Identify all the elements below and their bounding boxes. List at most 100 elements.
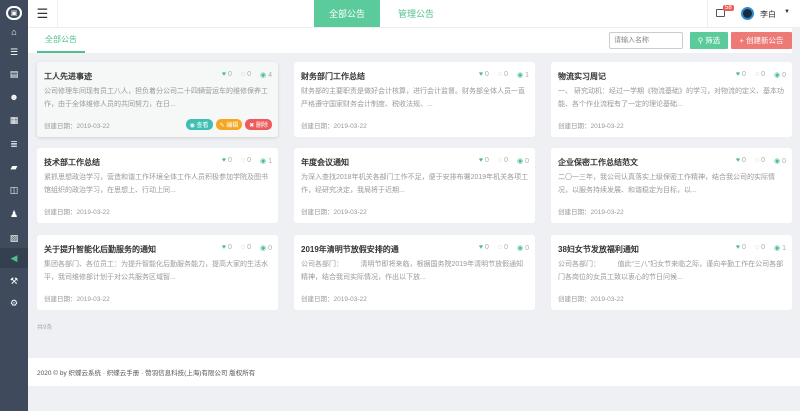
view-button[interactable]: ◉ 查看 bbox=[185, 119, 213, 130]
heart-icon[interactable]: ♥ bbox=[222, 71, 226, 78]
caret-down-icon[interactable]: ▼ bbox=[784, 9, 790, 15]
comment-icon: ◌ bbox=[497, 71, 503, 78]
search-input[interactable] bbox=[609, 32, 683, 49]
tab-all-announcements[interactable]: 全部公告 bbox=[314, 0, 380, 27]
top-header: ☰ 全部公告 管理公告 58 李白 ▼ bbox=[28, 0, 800, 28]
card-stats: ♥ 0 ◌ 0 ◉ 0 bbox=[222, 244, 272, 252]
home-icon[interactable]: ⌂ bbox=[0, 22, 28, 42]
card-description: 为深入查找2018年机关各部门工作不足，便于安排布署2019年机关各项工作，经研… bbox=[301, 174, 529, 194]
views-count: 0 bbox=[268, 245, 272, 252]
likes-count: 0 bbox=[742, 71, 746, 78]
eye-icon: ◉ bbox=[773, 245, 781, 252]
card-description: 财务部的主要职责是做好会计核算，进行会计监督。财务部全体人员一直严格遵守国家财务… bbox=[301, 88, 525, 108]
users-icon[interactable]: ☻ bbox=[0, 87, 28, 107]
card-description: 紧抓思想政治学习，营造和谐工作环境全体工作人员积极参加学院及图书馆组织的政治学习… bbox=[44, 174, 268, 194]
user-area: 58 李白 ▼ bbox=[707, 0, 800, 28]
card-title[interactable]: 技术部工作总结 bbox=[44, 157, 100, 168]
heart-icon[interactable]: ♥ bbox=[479, 157, 483, 164]
likes-count: 0 bbox=[742, 157, 746, 164]
filter-button[interactable]: ⚲ 筛选 bbox=[690, 32, 728, 49]
likes-count: 0 bbox=[228, 157, 232, 164]
card-title[interactable]: 年度会议通知 bbox=[301, 157, 349, 168]
logo-icon[interactable]: ▣ bbox=[6, 6, 22, 20]
user-name[interactable]: 李白 bbox=[760, 9, 776, 20]
heart-icon[interactable]: ♥ bbox=[222, 244, 226, 251]
briefcase-icon[interactable]: ▤ bbox=[0, 64, 28, 84]
card-date: 创建日期：2019-03-22 bbox=[558, 296, 624, 303]
card-description: 二〇一三年，我公司认真落实上级保密工作精神，结合我公司的实际情况，以服务持续发展… bbox=[558, 174, 775, 194]
cogs-icon[interactable]: ⚙ bbox=[0, 293, 28, 313]
eye-icon: ◉ bbox=[773, 158, 781, 165]
heart-icon[interactable]: ♥ bbox=[479, 71, 483, 78]
card-date: 创建日期：2019-03-22 bbox=[301, 296, 367, 303]
heart-icon[interactable]: ♥ bbox=[736, 244, 740, 251]
announcement-card[interactable]: 工人先进事迹 ♥ 0 ◌ 0 ◉ 4 公司修理车间现有员工八人，担负着分公司二十四辆营… bbox=[37, 62, 278, 137]
card-date: 创建日期：2019-03-22 bbox=[558, 123, 624, 130]
announcement-card[interactable]: 关于提升智能化后勤服务的通知 ♥ 0 ◌ 0 ◉ 0 集团各部门、各位员工：为提升智能… bbox=[37, 235, 278, 310]
tab-manage-announcements[interactable]: 管理公告 bbox=[380, 0, 452, 27]
card-title[interactable]: 企业保密工作总结范文 bbox=[558, 157, 638, 168]
card-title[interactable]: 财务部门工作总结 bbox=[301, 71, 365, 82]
table-icon[interactable]: ≣ bbox=[0, 134, 28, 154]
book-icon[interactable]: ▰ bbox=[0, 157, 28, 177]
announcement-card[interactable]: 2019年清明节放假安排的通 ♥ 0 ◌ 0 ◉ 0 公司各部门： 清明节即将来临，根… bbox=[294, 235, 535, 310]
card-title[interactable]: 物流实习周记 bbox=[558, 71, 606, 82]
card-date: 创建日期：2019-03-22 bbox=[44, 296, 110, 303]
delete-button[interactable]: ✖ 删除 bbox=[245, 119, 272, 130]
card-title[interactable]: 2019年清明节放假安排的通 bbox=[301, 244, 399, 255]
comments-count: 0 bbox=[247, 71, 251, 78]
megaphone-icon[interactable]: ◀ bbox=[0, 248, 28, 268]
views-count: 1 bbox=[268, 158, 272, 165]
heart-icon[interactable]: ♥ bbox=[222, 157, 226, 164]
eye-icon: ◉ bbox=[773, 72, 781, 79]
views-count: 4 bbox=[268, 72, 272, 79]
image-icon[interactable]: ▨ bbox=[0, 228, 28, 248]
menu-toggle-icon[interactable]: ☰ bbox=[28, 0, 58, 28]
columns-icon[interactable]: ◫ bbox=[0, 180, 28, 200]
card-stats: ♥ 0 ◌ 0 ◉ 1 bbox=[222, 157, 272, 165]
heart-icon[interactable]: ♥ bbox=[479, 244, 483, 251]
likes-count: 0 bbox=[485, 71, 489, 78]
announcement-card[interactable]: 技术部工作总结 ♥ 0 ◌ 0 ◉ 1 紧抓思想政治学习，营造和谐工作环境全体工作人员… bbox=[37, 148, 278, 223]
announcement-card[interactable]: 财务部门工作总结 ♥ 0 ◌ 0 ◉ 1 财务部的主要职责是做好会计核算，进行会计监督… bbox=[294, 62, 535, 137]
heart-icon[interactable]: ♥ bbox=[736, 157, 740, 164]
card-date: 创建日期：2019-03-22 bbox=[301, 209, 367, 216]
card-date: 创建日期：2019-03-22 bbox=[558, 209, 624, 216]
card-description: 公司各部门： 清明节即将来临，根据国务院2019年清明节放假通知精神，结合我司实… bbox=[301, 261, 524, 281]
avatar[interactable] bbox=[741, 7, 754, 20]
card-date: 创建日期：2019-03-22 bbox=[301, 123, 367, 130]
comment-icon: ◌ bbox=[754, 157, 760, 164]
likes-count: 0 bbox=[228, 71, 232, 78]
gavel-icon[interactable]: ⚒ bbox=[0, 271, 28, 291]
calendar-icon[interactable]: ▦ bbox=[0, 110, 28, 130]
card-actions: ◉ 查看 ✎ 编辑 ✖ 删除 bbox=[185, 119, 272, 130]
comment-icon: ◌ bbox=[497, 244, 503, 251]
card-stats: ♥ 0 ◌ 0 ◉ 4 bbox=[222, 71, 272, 79]
views-count: 1 bbox=[525, 72, 529, 79]
card-title[interactable]: 关于提升智能化后勤服务的通知 bbox=[44, 244, 156, 255]
card-description: 公司各部门： 值此“三八”妇女节来临之际，谨向辛勤工作在公司各部门各岗位的女员工… bbox=[558, 261, 784, 281]
eye-icon: ◉ bbox=[259, 72, 267, 79]
card-title[interactable]: 工人先进事迹 bbox=[44, 71, 92, 82]
heart-icon[interactable]: ♥ bbox=[736, 71, 740, 78]
card-stats: ♥ 0 ◌ 0 ◉ 0 bbox=[736, 157, 786, 165]
likes-count: 0 bbox=[485, 244, 489, 251]
comment-icon: ◌ bbox=[240, 244, 246, 251]
comment-icon: ◌ bbox=[497, 157, 503, 164]
comment-icon: ◌ bbox=[754, 71, 760, 78]
announcement-card[interactable]: 38妇女节发放福利通知 ♥ 0 ◌ 0 ◉ 1 公司各部门： 值此“三八”妇女节来临之… bbox=[551, 235, 792, 310]
announcement-card[interactable]: 物流实习周记 ♥ 0 ◌ 0 ◉ 0 一、 研究动机：经过一学期《物流基础》的学习，对… bbox=[551, 62, 792, 137]
person-icon[interactable]: ♟ bbox=[0, 204, 28, 224]
list-icon[interactable]: ☰ bbox=[0, 42, 28, 62]
edit-button[interactable]: ✎ 编辑 bbox=[215, 119, 243, 130]
subtab-all[interactable]: 全部公告 bbox=[37, 28, 85, 53]
announcement-card[interactable]: 年度会议通知 ♥ 0 ◌ 0 ◉ 0 为深入查找2018年机关各部门工作不足，便于安排… bbox=[294, 148, 535, 223]
eye-icon: ◉ bbox=[259, 245, 267, 252]
footer: 2020 © by 织蝶云系统 · 织蝶云手册 · 赞羽信息科技(上海)有限公司… bbox=[28, 358, 800, 386]
announcement-card[interactable]: 企业保密工作总结范文 ♥ 0 ◌ 0 ◉ 0 二〇一三年，我公司认真落实上级保密工作精… bbox=[551, 148, 792, 223]
card-stats: ♥ 0 ◌ 0 ◉ 0 bbox=[479, 244, 529, 252]
card-title[interactable]: 38妇女节发放福利通知 bbox=[558, 244, 639, 255]
toolbar: 全部公告 ⚲ 筛选 + 创建新公告 bbox=[28, 28, 792, 53]
comments-count: 0 bbox=[247, 244, 251, 251]
create-announcement-button[interactable]: + 创建新公告 bbox=[731, 32, 792, 49]
